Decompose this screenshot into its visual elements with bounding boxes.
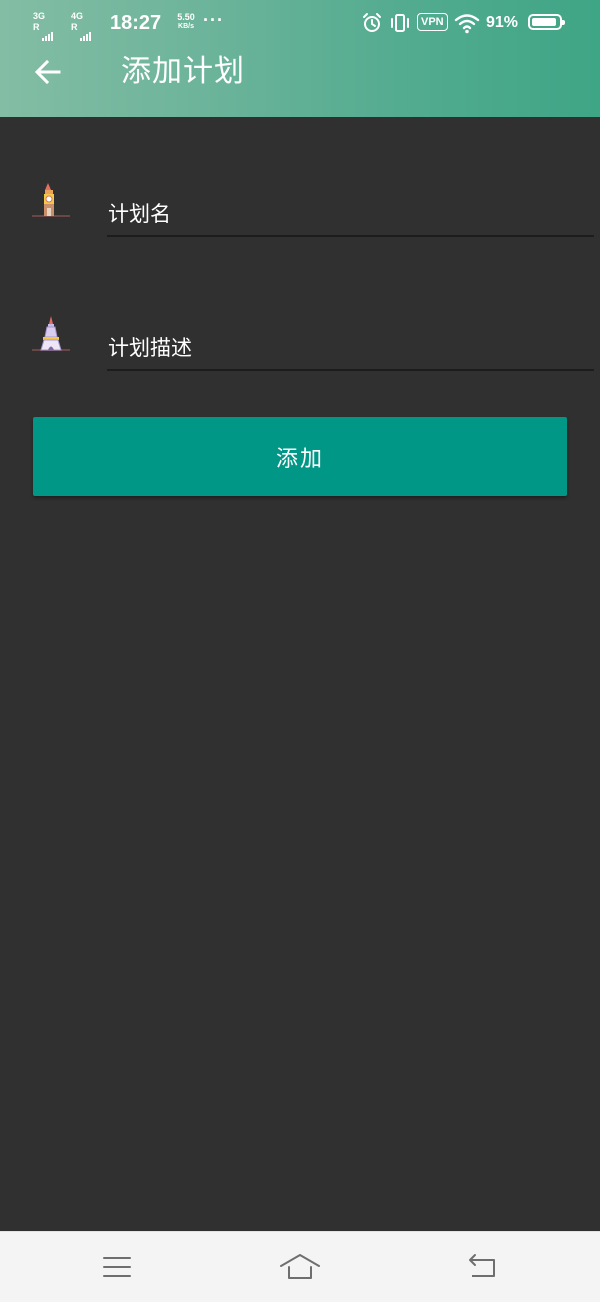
alarm-clock-icon <box>363 13 381 32</box>
more-notifications-icon: ··· <box>203 10 224 30</box>
plan-description-input[interactable] <box>107 327 594 371</box>
signal-bars-icon <box>80 23 92 41</box>
network-speed: 5.50 KB/s <box>171 12 201 32</box>
back-button[interactable] <box>26 52 70 92</box>
status-time: 18:27 <box>110 12 162 34</box>
back-return-icon <box>469 1254 495 1277</box>
network-speed-unit: KB/s <box>178 23 194 30</box>
plan-name-row <box>0 181 600 251</box>
system-back-button[interactable] <box>453 1244 513 1290</box>
sim2-network-type: 4G <box>71 11 84 21</box>
signal-bars-icon <box>42 23 54 41</box>
vibrate-icon <box>391 14 409 32</box>
sim1-network-type: 3G <box>33 11 46 21</box>
app-header: 3G R 4G R 18:27 5.50 KB/s ··· VPN 91% 添加… <box>0 0 600 117</box>
page-title: 添加计划 <box>121 54 245 89</box>
home-button[interactable] <box>270 1244 330 1290</box>
status-bar: 3G R 4G R 18:27 5.50 KB/s ··· VPN 91% <box>0 0 600 46</box>
home-icon <box>280 1254 320 1279</box>
plan-name-input[interactable] <box>107 193 594 237</box>
vpn-badge: VPN <box>417 13 448 31</box>
sim2-signal: 4G R <box>71 11 107 41</box>
network-speed-value: 5.50 <box>177 12 195 22</box>
system-nav-bar <box>0 1231 600 1302</box>
sim1-signal: 3G R <box>33 11 69 41</box>
sim2-roaming: R <box>71 22 78 32</box>
tower-icon <box>32 316 70 351</box>
menu-lines-icon <box>103 1257 131 1277</box>
clock-tower-icon <box>32 183 70 217</box>
menu-button[interactable] <box>87 1244 147 1290</box>
battery-icon <box>528 14 565 30</box>
plan-description-row <box>0 315 600 385</box>
arrow-left-icon <box>34 59 61 85</box>
add-plan-button[interactable]: 添加 <box>33 417 567 496</box>
sim1-roaming: R <box>33 22 40 32</box>
battery-percent: 91% <box>486 14 519 31</box>
wifi-icon <box>454 14 480 34</box>
